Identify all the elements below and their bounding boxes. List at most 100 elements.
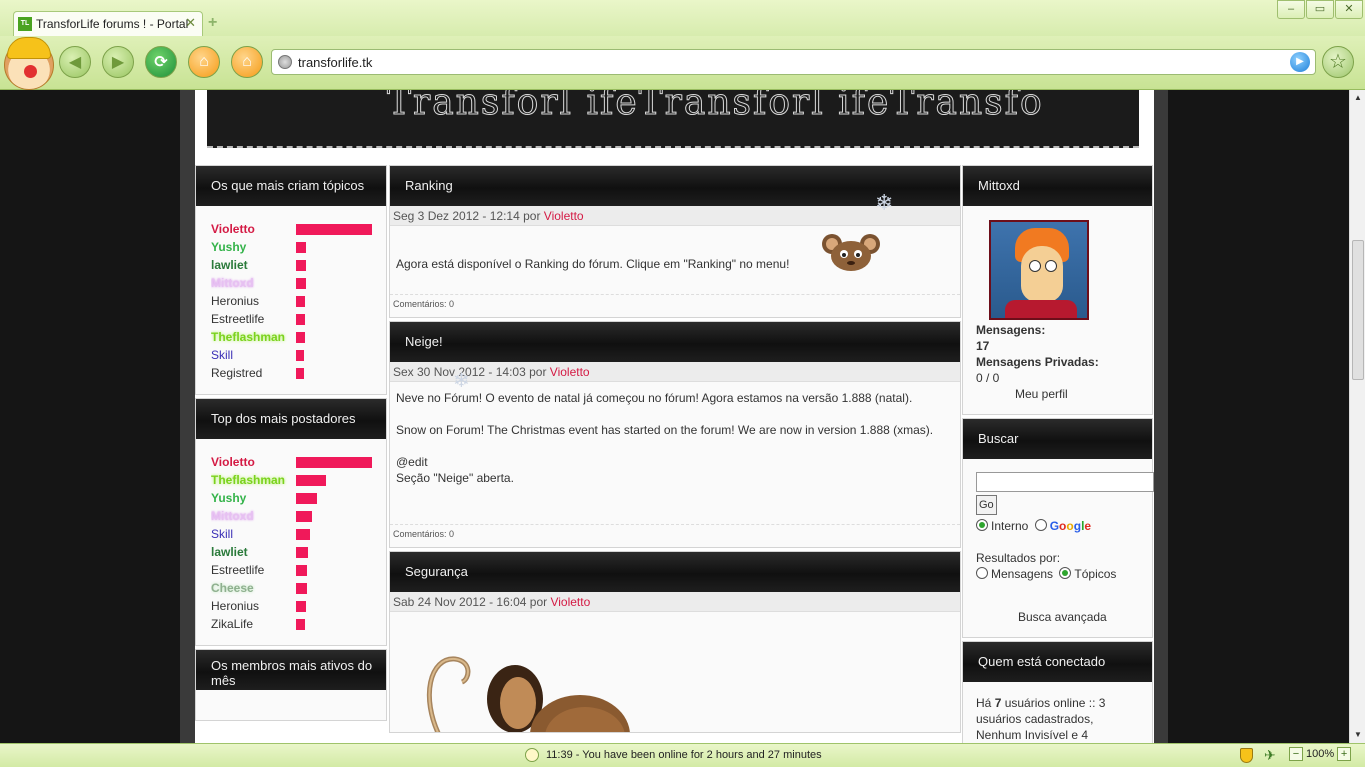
tab-close-icon[interactable]: ✕ <box>185 15 196 31</box>
messages-radio[interactable] <box>976 567 988 579</box>
member-name-link[interactable]: Estreetlife <box>211 312 296 326</box>
minimize-button[interactable]: – <box>1277 0 1305 19</box>
member-name-link[interactable]: Mittoxd <box>211 276 296 290</box>
stat-row: Cheese <box>211 579 386 597</box>
member-name-link[interactable]: Skill <box>211 348 296 362</box>
stat-row: Theflashman <box>211 471 386 489</box>
stat-row: Estreetlife <box>211 310 386 328</box>
search-go-button[interactable]: Go <box>976 495 997 515</box>
post-comments-link[interactable]: Comentários: 0 <box>390 524 960 547</box>
internal-radio[interactable] <box>976 519 988 531</box>
member-name-link[interactable]: Registred <box>211 366 296 380</box>
forward-button[interactable]: ▶ <box>102 46 134 78</box>
member-name-link[interactable]: lawliet <box>211 258 296 272</box>
post-date: Sab 24 Nov 2012 - 16:04 por <box>393 595 548 609</box>
post-body <box>390 612 960 732</box>
member-name-link[interactable]: Yushy <box>211 240 296 254</box>
vertical-scrollbar[interactable]: ▲ ▼ <box>1349 90 1365 743</box>
stat-row: Theflashman <box>211 328 386 346</box>
top-topic-creators-box: Os que mais criam tópicos Violetto Yushy l… <box>195 165 387 395</box>
post-text: Agora está disponível o Ranking do fórum… <box>396 257 790 271</box>
site-favicon-icon: TL <box>18 17 32 31</box>
who-is-online-box: Quem está conectado Há 7 usuários online… <box>962 641 1153 743</box>
article-seguranca: Segurança Sab 24 Nov 2012 - 16:04 por Vi… <box>389 551 961 733</box>
member-name-link[interactable]: ZikaLife <box>211 617 296 631</box>
forum-banner[interactable]: Transforl ifeTransforl ifeTransfo <box>207 90 1141 162</box>
article-neige: Neige! Sex 30 Nov 2012 - 14:03 por Viole… <box>389 321 961 548</box>
profile-box: Mittoxd Mensagens: 17 Mensagens Privadas… <box>962 165 1153 415</box>
banner-logo-text: Transforl ifeTransforl ifeTransfo <box>387 90 1044 124</box>
search-input[interactable] <box>976 472 1154 492</box>
stat-row: Mittoxd <box>211 274 386 292</box>
messages-label: Mensagens: <box>976 323 1046 337</box>
search-box: Buscar Go Interno Google Resultados por:… <box>962 418 1154 638</box>
start-page-button[interactable]: ⌂ <box>231 46 263 78</box>
forum-wrapper: Transforl ifeTransforl ifeTransfo Os que… <box>180 90 1168 743</box>
shield-icon[interactable] <box>1240 748 1253 763</box>
post-meta: Sex 30 Nov 2012 - 14:03 por Violetto <box>390 362 960 382</box>
article-title[interactable]: Neige! <box>390 322 960 362</box>
go-arrow-icon[interactable]: ▶ <box>1290 52 1310 72</box>
stat-row: Violetto <box>211 453 386 471</box>
article-ranking: Ranking Seg 3 Dez 2012 - 12:14 por Viole… <box>389 165 961 318</box>
member-name-link[interactable]: Heronius <box>211 599 296 613</box>
member-name-link[interactable]: lawliet <box>211 545 296 559</box>
favorites-star-icon[interactable]: ☆ <box>1322 46 1354 78</box>
messages-count: 17 <box>976 339 990 353</box>
topics-option-label: Tópicos <box>1074 567 1117 581</box>
tab-title: TransforLife forums ! - Portal <box>36 17 189 31</box>
private-messages-count: 0 / 0 <box>976 371 1000 385</box>
stat-row: Heronius <box>211 597 386 615</box>
scroll-up-icon[interactable]: ▲ <box>1350 90 1365 106</box>
zoom-in-icon[interactable]: + <box>1337 747 1352 761</box>
home-button[interactable]: ⌂ <box>188 46 220 78</box>
stat-row: Estreetlife <box>211 561 386 579</box>
post-author-link[interactable]: Violetto <box>550 595 590 609</box>
member-name-link[interactable]: Estreetlife <box>211 563 296 577</box>
address-bar[interactable]: transforlife.tk ▶ <box>271 49 1316 75</box>
new-tab-icon[interactable]: + <box>208 14 217 32</box>
google-radio[interactable] <box>1034 519 1047 531</box>
google-label: Google <box>1049 519 1092 533</box>
private-messages-label: Mensagens Privadas: <box>976 355 1099 369</box>
stat-row: lawliet <box>211 256 386 274</box>
member-name-link[interactable]: Theflashman <box>211 473 296 487</box>
stat-bar <box>296 259 306 271</box>
member-name-link[interactable]: Violetto <box>211 455 296 469</box>
topics-radio[interactable] <box>1059 567 1072 579</box>
box-title: Buscar <box>963 419 1152 459</box>
maximize-button[interactable]: ▭ <box>1306 0 1334 19</box>
member-name-link[interactable]: Theflashman <box>211 330 296 344</box>
member-name-link[interactable]: Skill <box>211 527 296 541</box>
article-title[interactable]: Segurança <box>390 552 960 592</box>
box-title: Os membros mais ativos do mês <box>196 650 386 690</box>
post-author-link[interactable]: Violetto <box>550 365 590 379</box>
post-comments-link[interactable]: Comentários: 0 <box>390 294 960 317</box>
avatar[interactable] <box>989 220 1089 320</box>
member-name-link[interactable]: Yushy <box>211 491 296 505</box>
online-time-text: 11:39 - You have been online for 2 hours… <box>546 749 822 761</box>
advanced-search-link[interactable]: Busca avançada <box>1018 609 1152 625</box>
post-author-link[interactable]: Violetto <box>544 209 584 223</box>
scrollbar-thumb[interactable] <box>1352 240 1364 380</box>
close-window-button[interactable]: ✕ <box>1335 0 1363 19</box>
post-body: Agora está disponível o Ranking do fórum… <box>390 226 960 294</box>
member-name-link[interactable]: Mittoxd <box>211 509 296 523</box>
member-name-link[interactable]: Cheese <box>211 581 296 595</box>
airplane-icon[interactable]: ✈ <box>1264 747 1276 764</box>
stat-row: lawliet <box>211 543 386 561</box>
refresh-button[interactable]: ⟳ <box>145 46 177 78</box>
zoom-out-icon[interactable]: − <box>1289 747 1303 761</box>
zoom-level: 100% <box>1306 748 1335 760</box>
my-profile-link[interactable]: Meu perfil <box>1015 386 1152 402</box>
member-name-link[interactable]: Violetto <box>211 222 296 236</box>
browser-logo-icon[interactable] <box>4 37 54 90</box>
status-bar: 11:39 - You have been online for 2 hours… <box>0 743 1365 767</box>
member-name-link[interactable]: Heronius <box>211 294 296 308</box>
back-button[interactable]: ◀ <box>59 46 91 78</box>
results-label: Resultados por: <box>976 551 1061 565</box>
stat-bar <box>296 600 306 612</box>
browser-tab[interactable]: TL TransforLife forums ! - Portal ✕ <box>13 11 203 36</box>
post-paragraph: Snow on Forum! The Christmas event has s… <box>396 423 934 437</box>
scroll-down-icon[interactable]: ▼ <box>1350 727 1365 743</box>
